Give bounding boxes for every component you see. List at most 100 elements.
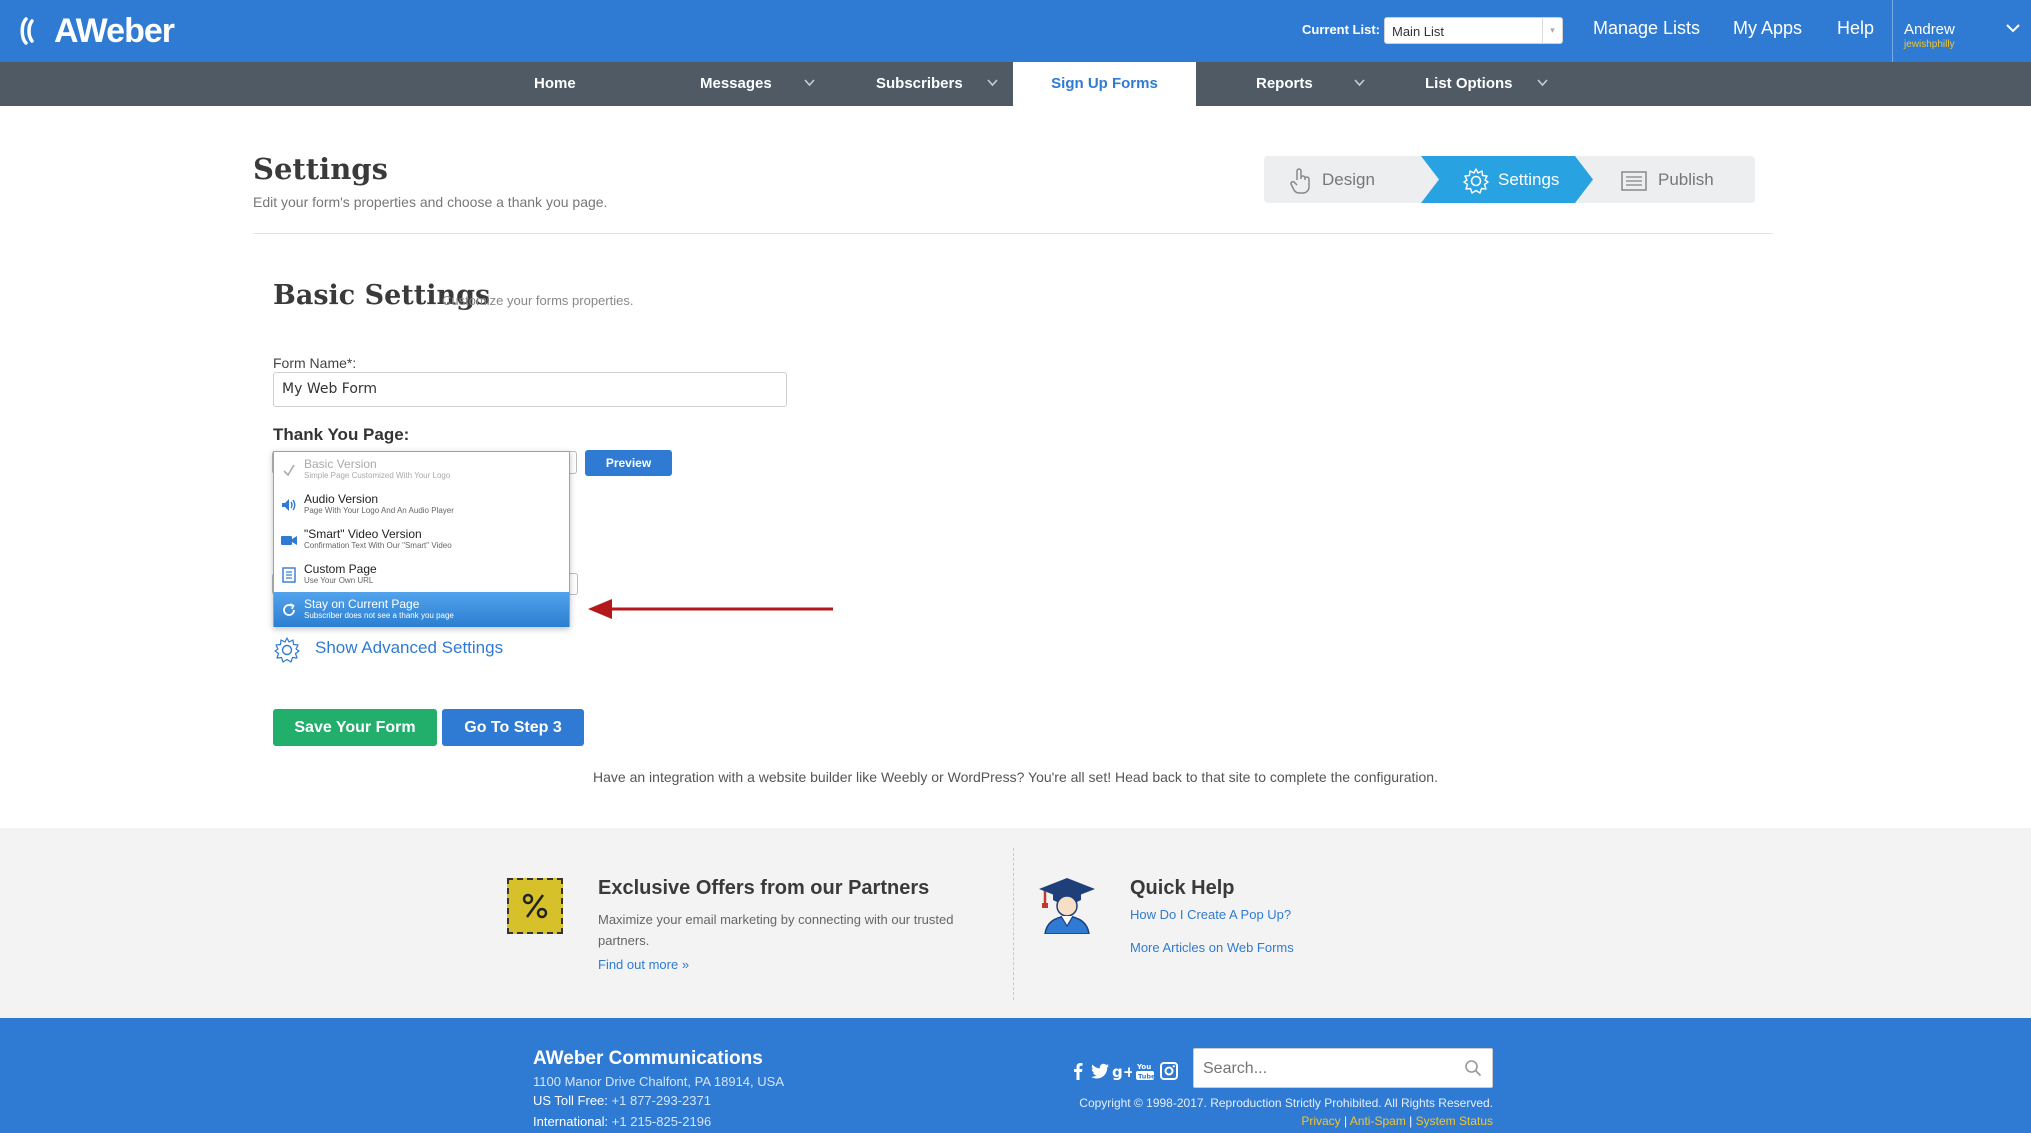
manage-lists-link[interactable]: Manage Lists bbox=[1593, 18, 1700, 39]
nav-list-options[interactable]: List Options bbox=[1425, 62, 1513, 106]
page-subtitle: Edit your form's properties and choose a… bbox=[253, 194, 608, 210]
save-form-button[interactable]: Save Your Form bbox=[273, 709, 437, 746]
user-name[interactable]: Andrew bbox=[1904, 21, 1955, 38]
option-desc: Subscriber does not see a thank you page bbox=[304, 611, 454, 620]
international-label: International: bbox=[533, 1114, 609, 1129]
step-settings[interactable]: Settings bbox=[1462, 156, 1559, 203]
toll-free-label: US Toll Free: bbox=[533, 1093, 608, 1108]
footer-international: International: +1 215-825-2196 bbox=[533, 1114, 711, 1129]
footer-search-box[interactable] bbox=[1193, 1048, 1493, 1088]
option-title: "Smart" Video Version bbox=[304, 527, 422, 541]
help-article-link[interactable]: How Do I Create A Pop Up? bbox=[1130, 907, 1291, 922]
nav-messages[interactable]: Messages bbox=[700, 62, 772, 106]
basic-settings-subtitle: Customize your forms properties. bbox=[442, 293, 634, 308]
logo-text: AWeber bbox=[54, 11, 175, 50]
chevron-down-icon[interactable] bbox=[1536, 78, 1549, 88]
nav-subscribers[interactable]: Subscribers bbox=[876, 62, 963, 106]
more-articles-link[interactable]: More Articles on Web Forms bbox=[1130, 940, 1294, 955]
step-design-label: Design bbox=[1322, 170, 1375, 189]
current-list-select[interactable]: Main List ▾ bbox=[1384, 17, 1563, 44]
show-advanced-settings-link[interactable]: Show Advanced Settings bbox=[315, 638, 503, 658]
chevron-down-icon[interactable] bbox=[1353, 78, 1366, 88]
google-plus-icon[interactable]: g+ bbox=[1112, 1061, 1132, 1081]
check-icon bbox=[283, 464, 295, 477]
step-publish[interactable]: Publish bbox=[1620, 156, 1714, 203]
select-arrow-icon: ▾ bbox=[1542, 18, 1562, 43]
gear-icon bbox=[1463, 167, 1489, 194]
option-title: Custom Page bbox=[304, 562, 377, 576]
page-title: Settings bbox=[253, 152, 388, 186]
footer-toll-free: US Toll Free: +1 877-293-2371 bbox=[533, 1093, 711, 1108]
integration-note: Have an integration with a website build… bbox=[593, 769, 1438, 785]
option-desc: Simple Page Customized With Your Logo bbox=[304, 471, 451, 480]
video-camera-icon bbox=[281, 536, 297, 545]
footer-links: Privacy | Anti-Spam | System Status bbox=[1075, 1114, 1493, 1128]
youtube-icon[interactable]: You Tube bbox=[1135, 1061, 1155, 1081]
option-audio-version[interactable]: Audio Version Page With Your Logo And An… bbox=[274, 487, 569, 522]
nav-reports[interactable]: Reports bbox=[1256, 62, 1313, 106]
svg-text:Tube: Tube bbox=[1138, 1073, 1155, 1081]
graduate-icon bbox=[1039, 878, 1095, 934]
top-header: AWeber Current List: Main List ▾ Manage … bbox=[0, 0, 2031, 62]
refresh-icon bbox=[283, 603, 295, 616]
svg-text:You: You bbox=[1136, 1063, 1151, 1071]
thank-you-page-dropdown[interactable]: Basic Version Simple Page Customized Wit… bbox=[273, 451, 570, 627]
nav-home[interactable]: Home bbox=[534, 62, 576, 106]
step-settings-label: Settings bbox=[1498, 170, 1560, 189]
thank-you-page-label: Thank You Page: bbox=[273, 425, 410, 444]
chevron-down-icon[interactable] bbox=[986, 78, 999, 88]
quick-help-title: Quick Help bbox=[1130, 877, 1235, 899]
logo-waves-icon bbox=[20, 17, 34, 45]
option-basic-version: Basic Version Simple Page Customized Wit… bbox=[274, 452, 569, 487]
speaker-icon bbox=[282, 499, 296, 511]
user-account: jewishphilly bbox=[1904, 39, 1955, 50]
instagram-icon[interactable] bbox=[1159, 1061, 1179, 1081]
step-wizard: Design Settings Publish bbox=[1264, 156, 1755, 203]
option-desc: Page With Your Logo And An Audio Player bbox=[304, 506, 454, 515]
annotation-arrow bbox=[588, 599, 833, 619]
toll-free-number: +1 877-293-2371 bbox=[611, 1093, 711, 1108]
step-design[interactable]: Design bbox=[1288, 156, 1375, 203]
option-title: Basic Version bbox=[304, 457, 377, 471]
international-number: +1 215-825-2196 bbox=[611, 1114, 712, 1129]
aweber-logo[interactable]: AWeber bbox=[18, 11, 175, 50]
chevron-down-icon[interactable] bbox=[803, 78, 816, 88]
search-icon[interactable] bbox=[1464, 1059, 1482, 1077]
option-title: Audio Version bbox=[304, 492, 379, 506]
info-band bbox=[0, 828, 2031, 1018]
go-to-step-3-button[interactable]: Go To Step 3 bbox=[442, 709, 584, 746]
band-divider bbox=[1013, 848, 1014, 1000]
svg-text:g+: g+ bbox=[1112, 1063, 1132, 1081]
footer-search-input[interactable] bbox=[1203, 1058, 1453, 1080]
form-name-input[interactable]: My Web Form bbox=[273, 372, 787, 407]
gear-icon[interactable] bbox=[273, 636, 301, 664]
option-smart-video-version[interactable]: "Smart" Video Version Confirmation Text … bbox=[274, 522, 569, 557]
my-apps-link[interactable]: My Apps bbox=[1733, 18, 1802, 39]
anti-spam-link[interactable]: Anti-Spam bbox=[1350, 1114, 1406, 1128]
privacy-link[interactable]: Privacy bbox=[1301, 1114, 1340, 1128]
footer-address: 1100 Manor Drive Chalfont, PA 18914, USA bbox=[533, 1074, 784, 1089]
offers-text: Maximize your email marketing by connect… bbox=[598, 912, 954, 948]
newspaper-icon bbox=[1621, 170, 1647, 191]
divider bbox=[253, 233, 1773, 234]
hand-pointer-icon bbox=[1290, 167, 1310, 194]
chevron-down-icon[interactable] bbox=[2005, 22, 2021, 34]
facebook-icon[interactable] bbox=[1068, 1061, 1088, 1081]
option-stay-on-current-page[interactable]: Stay on Current Page Subscriber does not… bbox=[274, 592, 569, 627]
option-custom-page[interactable]: Custom Page Use Your Own URL bbox=[274, 557, 569, 592]
option-title: Stay on Current Page bbox=[304, 597, 420, 611]
offers-title: Exclusive Offers from our Partners bbox=[598, 877, 930, 899]
form-name-label: Form Name*: bbox=[273, 355, 357, 371]
system-status-link[interactable]: System Status bbox=[1416, 1114, 1493, 1128]
find-out-more-link[interactable]: Find out more » bbox=[598, 957, 689, 972]
preview-button[interactable]: Preview bbox=[585, 450, 672, 476]
option-desc: Confirmation Text With Our "Smart" Video bbox=[304, 541, 452, 550]
help-link[interactable]: Help bbox=[1837, 18, 1874, 39]
footer: AWeber Communications 1100 Manor Drive C… bbox=[0, 1018, 2031, 1133]
main-nav: Home Messages Subscribers Sign Up Forms … bbox=[0, 62, 2031, 106]
nav-sign-up-forms[interactable]: Sign Up Forms bbox=[1013, 62, 1196, 106]
twitter-icon[interactable] bbox=[1090, 1061, 1110, 1081]
header-divider bbox=[1892, 0, 1893, 62]
current-list-label: Current List: bbox=[1302, 22, 1380, 37]
document-icon bbox=[282, 567, 296, 583]
